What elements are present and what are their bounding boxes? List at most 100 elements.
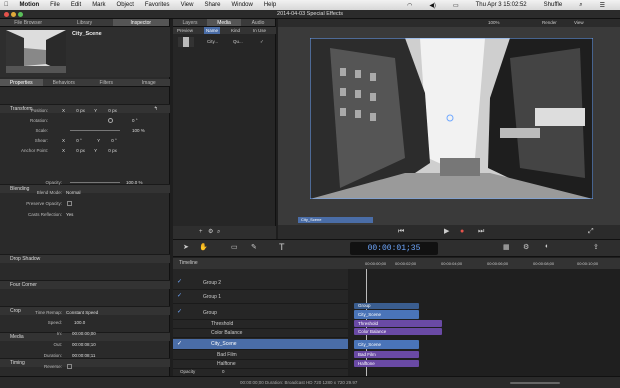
track-city-scene[interactable]: City_Scene [354,340,419,349]
col-name[interactable]: Name [204,27,221,34]
play-icon[interactable]: ▶ [444,225,449,239]
rotation-dial-icon[interactable] [108,118,113,123]
fullscreen-icon[interactable]: ⤢ [588,225,594,239]
anchor-values[interactable]: X 0 px Y 0 px [62,147,117,154]
view-popup[interactable]: View [574,19,584,27]
track-group[interactable]: Group [354,303,419,309]
tab-file-browser[interactable]: File Browser [0,19,56,26]
layer-row-halftone[interactable]: Halftone [173,360,348,369]
footer-opacity-value[interactable]: 0 [222,369,225,374]
col-in-use[interactable]: In Use [253,27,266,34]
opacity-slider[interactable] [70,182,120,183]
tab-behaviors[interactable]: Behaviors [43,79,86,86]
opacity-value[interactable]: 100.0 % [126,179,143,186]
search-icon[interactable]: ⌕ [217,226,220,239]
media-row[interactable]: City... Qu... ✓ [173,35,276,49]
col-preview[interactable]: Preview [177,27,193,34]
window-zoom-icon[interactable] [18,12,23,17]
notification-icon[interactable]: ☰ [600,2,605,9]
track-halftone[interactable]: Halftone [354,360,419,367]
menu-object[interactable]: Object [117,2,134,8]
menu-edit[interactable]: Edit [71,2,81,8]
visibility-checkbox[interactable]: ✓ [177,341,184,348]
layer-row-color-balance[interactable]: Color Balance [173,329,348,338]
track-city-scene-top[interactable]: City_Scene [354,310,419,319]
tab-filters[interactable]: Filters [85,79,128,86]
action-icon[interactable]: ⚙ [208,226,213,239]
menu-mark[interactable]: Mark [92,2,105,8]
menu-clock[interactable]: Thu Apr 3 15:02:52 [476,2,527,8]
time-remap-popup[interactable]: Constant Speed [66,309,98,316]
visibility-checkbox[interactable]: ✓ [177,309,184,316]
apple-icon[interactable]:  [4,2,9,8]
timecode-display[interactable]: 00:00:01;35 [350,242,438,255]
tab-media[interactable]: Media [207,19,241,26]
spotlight-icon[interactable]: ⌕ [579,2,582,9]
col-kind[interactable]: Kind [231,27,240,34]
position-values[interactable]: X 0 px Y 0 px [62,107,117,114]
tab-library[interactable]: Library [56,19,112,26]
track-threshold[interactable]: Threshold [354,320,442,327]
wifi-icon[interactable]: ◠ [407,2,412,9]
library-icon[interactable]: ▦ [503,243,510,251]
layer-row-group-1[interactable]: ✓ Group 1 [173,290,348,304]
canvas-image[interactable] [310,38,593,199]
scale-value[interactable]: 100 % [132,127,145,134]
menu-user[interactable]: Shuffle [544,2,563,8]
zoom-slider[interactable] [510,382,560,384]
menu-share[interactable]: Share [204,2,220,8]
scale-slider[interactable] [70,130,120,131]
tab-layers[interactable]: Layers [173,19,207,26]
menu-file[interactable]: File [50,2,60,8]
go-to-start-icon[interactable]: ⏮ [398,225,404,239]
duration-value[interactable]: 00:00:08;11 [72,352,95,359]
canvas-mini-track[interactable]: City_Scene [298,217,373,223]
record-icon[interactable]: ● [460,225,464,239]
zoom-popup[interactable]: 100% [488,19,500,27]
track-color-balance[interactable]: Color Balance [354,328,442,335]
pen-tool-icon[interactable]: ✎ [251,243,257,251]
tab-properties[interactable]: Properties [0,79,43,86]
casts-reflection-popup[interactable]: Yes [66,211,73,218]
section-four-corner[interactable]: Four Corner [0,280,170,289]
speed-value[interactable]: 100.0 [74,319,85,326]
window-close-icon[interactable] [4,12,9,17]
preserve-opacity-checkbox[interactable] [67,201,72,206]
track-bad-film[interactable]: Bad Film [354,351,419,358]
battery-icon[interactable]: ▭ [453,2,459,9]
layer-row-group[interactable]: ✓ Group [173,306,348,320]
go-to-end-icon[interactable]: ⏭ [478,225,484,239]
visibility-checkbox[interactable]: ✓ [177,279,184,286]
menu-window[interactable]: Window [231,2,252,8]
menu-view[interactable]: View [181,2,194,8]
tab-inspector[interactable]: Inspector [112,19,169,26]
tab-image[interactable]: Image [128,79,171,86]
window-minimize-icon[interactable] [11,12,16,17]
section-drop-shadow[interactable]: Drop Shadow [0,254,170,263]
reverse-checkbox[interactable] [67,364,72,369]
menu-favorites[interactable]: Favorites [145,2,170,8]
shear-values[interactable]: X 0 ° Y 0 ° [62,137,117,144]
layer-row-threshold[interactable]: Threshold [173,320,348,329]
layer-row-bad-film[interactable]: Bad Film [173,351,348,360]
out-value[interactable]: 00:00:08;10 [72,341,96,348]
tab-audio[interactable]: Audio [241,19,275,26]
volume-icon[interactable]: ◀) [429,2,436,9]
behaviors-icon[interactable]: ⚙ [523,243,529,251]
layer-row-city-scene[interactable]: ✓ City_Scene [173,339,348,350]
filters-icon[interactable]: ◐ [545,243,549,250]
mask-tool-icon[interactable]: ▭ [231,243,238,251]
pan-tool-icon[interactable]: ✋ [199,243,208,251]
visibility-checkbox[interactable]: ✓ [177,293,184,300]
select-tool-icon[interactable]: ➤ [183,243,189,251]
render-popup[interactable]: Render [542,19,557,27]
text-tool-icon[interactable]: T [279,242,285,252]
add-icon[interactable]: + [199,226,203,239]
rotation-value[interactable]: 0 ° [132,117,138,124]
blend-mode-popup[interactable]: Normal [66,189,81,196]
share-icon[interactable]: ⇪ [593,243,599,251]
layer-row-group-2[interactable]: ✓ Group 2 [173,276,348,290]
menu-app[interactable]: Motion [20,2,40,8]
in-value[interactable]: 00:00:00;00 [72,330,96,337]
menu-help[interactable]: Help [264,2,276,8]
